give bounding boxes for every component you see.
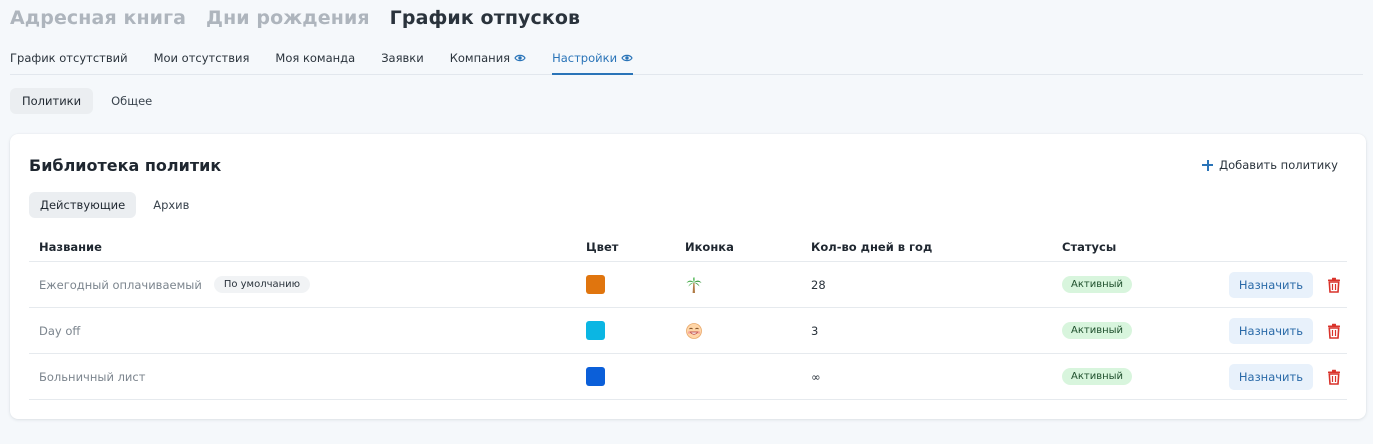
policy-actions: Назначить (1228, 317, 1347, 344)
policy-name-cell: Больничный лист (39, 370, 145, 384)
tab-my-team[interactable]: Моя команда (275, 45, 355, 75)
policy-status-cell: Активный (1062, 276, 1133, 293)
policy-name[interactable]: Ежегодный оплачиваемый (39, 278, 202, 292)
policy-status-cell: Активный (1062, 322, 1133, 339)
default-badge: По умолчанию (213, 276, 311, 293)
policy-name[interactable]: Больничный лист (39, 370, 145, 384)
table-header: Название Цвет Иконка Кол-во дней в год С… (29, 232, 1347, 262)
column-header-icon: Иконка (685, 239, 734, 254)
policy-actions: Назначить (1228, 363, 1347, 390)
eye-icon (621, 54, 633, 62)
subtab-archive[interactable]: Архив (142, 192, 200, 218)
table-row: Ежегодный оплачиваемый По умолчанию 28 А… (29, 262, 1347, 308)
policy-color-cell (586, 367, 605, 386)
policy-name-cell: Ежегодный оплачиваемый По умолчанию (39, 276, 311, 293)
status-badge: Активный (1062, 368, 1133, 385)
tab-label: Компания (449, 51, 511, 65)
subtab-active[interactable]: Действующие (29, 192, 137, 218)
column-header-status: Статусы (1062, 239, 1117, 254)
status-badge: Активный (1062, 276, 1133, 293)
tab-label: График отсутствий (10, 51, 128, 65)
policy-table: Название Цвет Иконка Кол-во дней в год С… (29, 232, 1347, 400)
plus-icon (1202, 159, 1214, 171)
add-policy-button[interactable]: Добавить политику (1202, 158, 1338, 172)
settings-tab-policies[interactable]: Политики (10, 88, 94, 114)
table-row: Больничный лист ∞ Активный Назначить (29, 354, 1347, 400)
tab-settings[interactable]: Настройки (552, 45, 634, 75)
column-header-color: Цвет (586, 239, 619, 254)
policy-icon-cell (685, 322, 703, 340)
nav-tabs: График отсутствий Мои отсутствия Моя ком… (10, 45, 1363, 75)
policy-library-card: Библиотека политик Добавить политику Дей… (10, 134, 1366, 419)
app-tab-birthdays[interactable]: Дни рождения (206, 7, 370, 29)
eye-icon (514, 54, 526, 62)
color-swatch (586, 275, 605, 294)
tab-my-absences[interactable]: Мои отсутствия (154, 45, 250, 75)
policy-days: 28 (811, 277, 826, 292)
settings-tab-general[interactable]: Общее (99, 88, 164, 114)
trash-icon[interactable] (1327, 277, 1341, 293)
policy-color-cell (586, 321, 605, 340)
settings-tabs: Политики Общее (10, 88, 164, 114)
column-header-days: Кол-во дней в год (811, 239, 933, 254)
tab-label: Заявки (381, 51, 424, 65)
app-tab-vacation-schedule[interactable]: График отпусков (390, 7, 581, 29)
color-swatch (586, 321, 605, 340)
policy-icon-cell (685, 276, 703, 294)
tab-label: Настройки (552, 51, 618, 65)
table-row: Day off 3 Активный Назначить (29, 308, 1347, 354)
add-policy-label: Добавить политику (1219, 158, 1338, 172)
policy-subtabs: Действующие Архив (29, 192, 200, 218)
app-tab-address-book[interactable]: Адресная книга (10, 7, 186, 29)
policy-status-cell: Активный (1062, 368, 1133, 385)
assign-button[interactable]: Назначить (1228, 271, 1313, 298)
trash-icon[interactable] (1327, 369, 1341, 385)
tab-company[interactable]: Компания (450, 45, 526, 75)
color-swatch (586, 367, 605, 386)
tab-label: Моя команда (275, 51, 356, 65)
app-tabs: Адресная книга Дни рождения График отпус… (10, 7, 580, 29)
policy-color-cell (586, 275, 605, 294)
policy-name[interactable]: Day off (39, 324, 80, 338)
tab-absence-schedule[interactable]: График отсутствий (10, 45, 128, 75)
smiley-face-icon (686, 322, 702, 339)
assign-button[interactable]: Назначить (1228, 317, 1313, 344)
column-header-name: Название (39, 239, 102, 254)
policy-actions: Назначить (1228, 271, 1347, 298)
palm-tree-icon (686, 276, 702, 293)
policy-days: ∞ (811, 369, 821, 384)
tab-requests[interactable]: Заявки (381, 45, 424, 75)
policy-days: 3 (811, 323, 819, 338)
status-badge: Активный (1062, 322, 1133, 339)
policy-name-cell: Day off (39, 324, 80, 338)
assign-button[interactable]: Назначить (1228, 363, 1313, 390)
tab-label: Мои отсутствия (153, 51, 250, 65)
card-title: Библиотека политик (29, 156, 222, 175)
trash-icon[interactable] (1327, 323, 1341, 339)
